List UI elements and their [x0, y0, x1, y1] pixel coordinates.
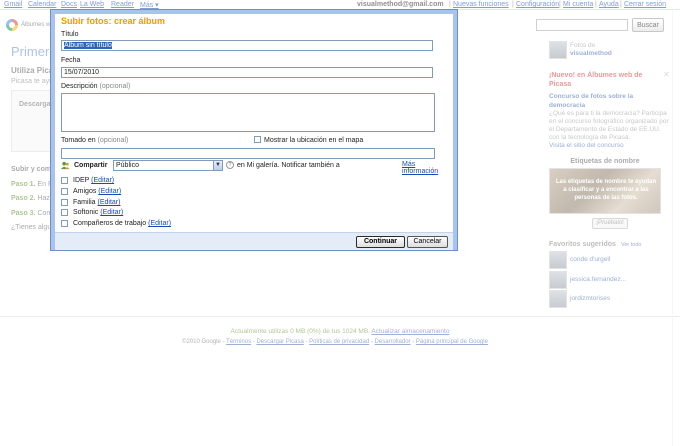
optional-hint: (opcional): [97, 137, 129, 144]
share-label: Compartir: [74, 162, 108, 169]
title-label: Título: [61, 31, 79, 38]
date-label: Fecha: [61, 57, 81, 64]
group-name: Compañeros de trabajo: [73, 220, 147, 227]
optional-hint: (opcional): [99, 83, 131, 90]
group-name: Familia: [73, 199, 96, 206]
album-title-input[interactable]: Álbum sin título: [61, 40, 433, 51]
edit-group-link[interactable]: (Editar): [98, 188, 121, 195]
edit-group-link[interactable]: (Editar): [91, 177, 114, 184]
chevron-down-icon[interactable]: ▼: [213, 161, 222, 170]
dialog-footer: Continuar Cancelar: [55, 232, 453, 250]
edit-group-link[interactable]: (Editar): [148, 220, 171, 227]
date-input[interactable]: 15/07/2010: [61, 67, 433, 78]
dialog-title: Subir fotos: crear álbum: [61, 16, 166, 26]
create-album-dialog: Subir fotos: crear álbum Título Álbum si…: [51, 10, 457, 250]
album-title-value: Álbum sin título: [64, 42, 112, 49]
show-map-checkbox[interactable]: [254, 136, 261, 143]
help-icon[interactable]: ?: [226, 161, 234, 169]
group-name: Softonic: [73, 209, 99, 216]
group-checkbox[interactable]: [61, 209, 68, 216]
group-checkbox[interactable]: [61, 188, 68, 195]
continue-button[interactable]: Continuar: [356, 236, 405, 248]
notify-text: en Mi galería. Notificar también a: [237, 162, 340, 169]
description-label: Descripción (opcional): [61, 83, 131, 90]
show-map-label[interactable]: Mostrar la ubicación en el mapa: [264, 137, 363, 144]
group-checkbox[interactable]: [61, 199, 68, 206]
people-icon: [61, 161, 70, 170]
group-name: Amigos: [73, 188, 97, 195]
group-checkbox[interactable]: [61, 220, 68, 227]
description-textarea[interactable]: [61, 93, 435, 132]
edit-group-link[interactable]: (Editar): [100, 209, 123, 216]
cancel-button[interactable]: Cancelar: [407, 236, 448, 248]
more-info-link[interactable]: Más información: [402, 161, 451, 175]
location-input[interactable]: [61, 148, 435, 159]
share-row: Compartir Público ▼ ? en Mi galería. Not…: [61, 160, 451, 175]
edit-group-link[interactable]: (Editar): [98, 199, 121, 206]
group-name: IDEP: [73, 177, 90, 184]
taken-in-label: Tomado en (opcional): [61, 137, 129, 144]
share-select[interactable]: Público ▼: [113, 160, 223, 171]
group-checkbox[interactable]: [61, 177, 68, 184]
share-selected-value: Público: [116, 162, 139, 169]
